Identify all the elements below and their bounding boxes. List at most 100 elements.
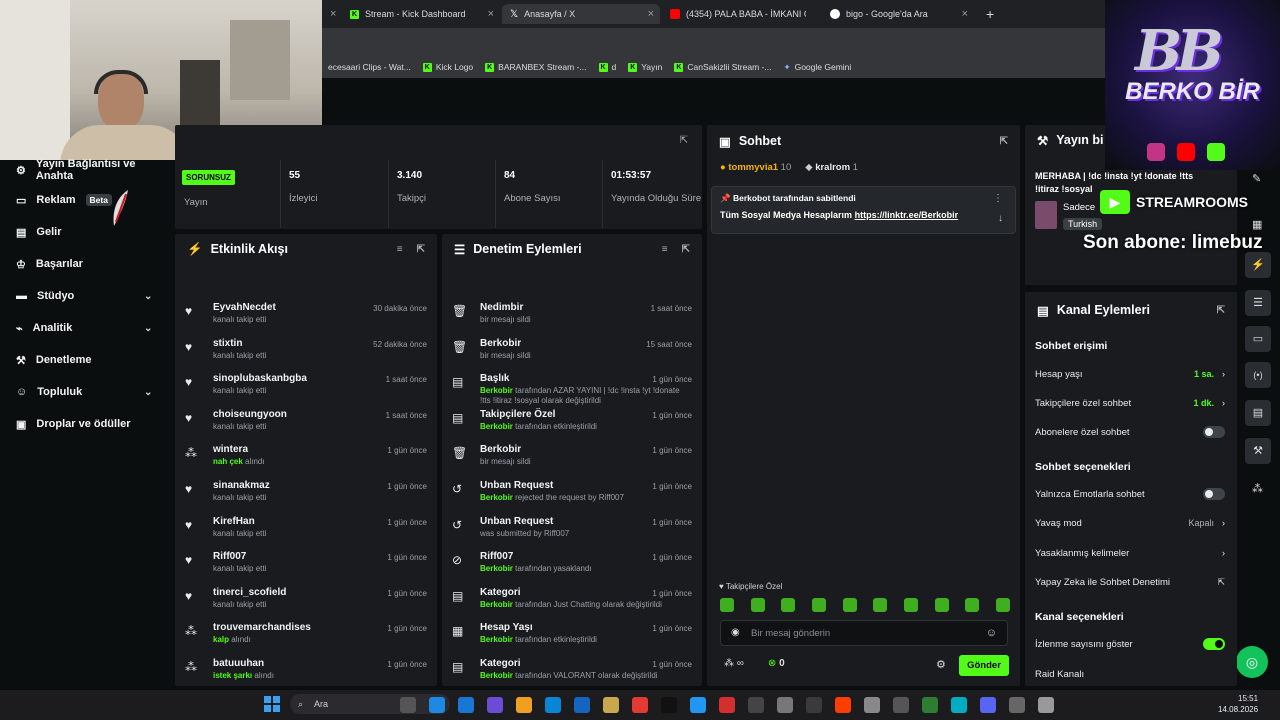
taskbar-app-icon[interactable] — [777, 697, 793, 713]
subs-only-toggle[interactable] — [1203, 426, 1225, 438]
taskbar-app-icon[interactable] — [516, 697, 532, 713]
activity-user[interactable]: tinerci_scofield — [213, 587, 286, 598]
list-icon[interactable]: ☰ — [1245, 290, 1271, 316]
chat-icon[interactable]: ▭ — [1245, 326, 1271, 352]
emote-only-toggle[interactable] — [1203, 488, 1225, 500]
popout-icon[interactable]: ⇱ — [1217, 305, 1225, 316]
activity-user[interactable]: EyvahNecdet — [213, 302, 276, 313]
activity-user[interactable]: batuuuhan — [213, 658, 274, 669]
activity-item[interactable]: ♥ sinoplubaskanbgba kanalı takip etti 1 saa… — [175, 373, 437, 409]
taskbar-app-icon[interactable] — [719, 697, 735, 713]
sidebar-item-analytics[interactable]: ⌁ Analitik ⌄ — [16, 318, 152, 338]
taskbar-app-icon[interactable] — [951, 697, 967, 713]
tab-x-home[interactable]: 𝕏 Anasayfa / X × — [502, 4, 660, 24]
taskbar-app-icon[interactable] — [922, 697, 938, 713]
top-user[interactable]: ● tommyvia1 10 — [720, 162, 791, 173]
emote-icon[interactable] — [720, 598, 734, 612]
activity-user[interactable]: stixtin — [213, 338, 266, 349]
collapse-icon[interactable]: ↓ — [998, 213, 1003, 224]
bookmark-item[interactable]: K CanSakizlii Stream -... — [674, 62, 771, 72]
show-viewers-setting[interactable]: İzlenme sayısını göster — [1035, 635, 1225, 653]
taskbar-app-icon[interactable] — [661, 697, 677, 713]
sidebar-item-moderation[interactable]: ⚒ Denetleme — [16, 350, 92, 370]
bookmark-item[interactable]: K BARANBEX Stream -... — [485, 62, 587, 72]
more-icon[interactable]: ⋮ — [993, 193, 1003, 204]
activity-user[interactable]: sinoplubaskanbgba — [213, 373, 307, 384]
banned-words-setting[interactable]: Yasaklanmış kelimeler › — [1035, 544, 1225, 562]
activity-item[interactable]: ♥ sinanakmaz kanalı takip etti 1 gün önce — [175, 480, 437, 516]
moderation-item[interactable]: ▤ Kategori Berkobir tarafından VALORANT ol… — [442, 658, 702, 686]
taskbar-app-icon[interactable] — [545, 697, 561, 713]
activity-user[interactable]: wintera — [213, 444, 265, 455]
popout-icon[interactable]: ⇱ — [1000, 136, 1008, 147]
followers-only-setting[interactable]: Takipçilere özel sohbet 1 dk. › — [1035, 394, 1225, 412]
moderation-item[interactable]: ▤ Kategori Berkobir tarafından Just Chatti… — [442, 587, 702, 623]
points-count[interactable]: ⊗ 0 — [768, 658, 785, 669]
moderation-item[interactable]: 🗑 Berkobir bir mesajı sildi 15 saat önce — [442, 338, 702, 374]
moderation-item[interactable]: 🗑 Nedimbir bir mesajı sildi 1 saat önce — [442, 302, 702, 338]
taskbar-app-icon[interactable] — [1038, 697, 1054, 713]
subs-only-setting[interactable]: Abonelere özel sohbet — [1035, 423, 1225, 441]
send-button[interactable]: Gönder — [959, 655, 1009, 676]
sidebar-item-revenue[interactable]: ▤ Gelir — [16, 222, 61, 242]
activity-user[interactable]: Riff007 — [213, 551, 266, 562]
slow-mode-setting[interactable]: Yavaş mod Kapalı › — [1035, 514, 1225, 532]
activity-item[interactable]: ♥ KirefHan kanalı takip etti 1 gün önce — [175, 516, 437, 552]
raid-setting[interactable]: Raid Kanalı — [1035, 665, 1225, 683]
emote-icon[interactable] — [965, 598, 980, 612]
activity-item[interactable]: ♥ stixtin kanalı takip etti 52 dakika önce — [175, 338, 437, 374]
taskbar-app-icon[interactable] — [429, 697, 445, 713]
activity-user[interactable]: sinanakmaz — [213, 480, 270, 491]
chat-input[interactable]: ◉ Bir mesaj gönderin ☺ — [720, 620, 1008, 646]
emote-icon[interactable] — [811, 598, 826, 612]
pinned-link[interactable]: https://linktr.ee/Berkobir — [855, 210, 959, 220]
taskbar-app-icon[interactable] — [864, 697, 880, 713]
activity-item[interactable]: ⁂ wintera nah çek alındı 1 gün önce — [175, 444, 437, 480]
close-icon[interactable]: × — [488, 8, 494, 20]
taskbar-app-icon[interactable] — [458, 697, 474, 713]
taskbar-search[interactable]: ⌕ Ara — [290, 694, 450, 714]
sidebar-item-ads[interactable]: ▭ Reklam Beta — [16, 190, 112, 210]
taskbar-app-icon[interactable] — [1009, 697, 1025, 713]
taskbar-app-icon[interactable] — [748, 697, 764, 713]
emote-icon[interactable] — [903, 598, 918, 612]
emote-only-setting[interactable]: Yalnızca Emotlarla sohbet — [1035, 485, 1225, 503]
ai-moderation-setting[interactable]: Yapay Zeka ile Sohbet Denetimi ⇱ — [1035, 573, 1225, 591]
moderation-item[interactable]: ▤ Başlık Berkobir tarafından AZAR YAYINI |… — [442, 373, 702, 409]
sidebar-item-drops[interactable]: ▣ Droplar ve ödüller — [16, 414, 131, 434]
tab-google[interactable]: bigo - Google'da Ara × — [822, 4, 974, 24]
activity-item[interactable]: ⁂ batuuuhan istek şarkı alındı 1 gün önce — [175, 658, 437, 686]
bookmark-item[interactable]: Kd — [598, 62, 616, 72]
activity-item[interactable]: ⁂ trouvemarchandises kalp alındı 1 gün önce — [175, 622, 437, 658]
emote-icon[interactable] — [934, 598, 949, 612]
activity-item[interactable]: ♥ EyvahNecdet kanalı takip etti 30 dakika ö… — [175, 302, 437, 338]
sidebar-item-community[interactable]: ☺ Topluluk ⌄ — [16, 382, 152, 402]
taskbar-app-icon[interactable] — [487, 697, 503, 713]
layout-icon[interactable]: ▦ — [1252, 218, 1262, 231]
support-chat-icon[interactable]: ◎ — [1236, 646, 1268, 678]
hammer-icon[interactable]: ⚒ — [1245, 438, 1271, 464]
moderation-item[interactable]: ↺ Unban Request was submitted by Riff007 1 … — [442, 516, 702, 552]
emote-icon[interactable] — [842, 598, 857, 612]
close-icon[interactable]: × — [962, 8, 968, 20]
moderation-icon[interactable]: ▤ — [1245, 400, 1271, 426]
moderation-item[interactable]: ⊘ Riff007 Berkobir tarafından yasaklandı 1 … — [442, 551, 702, 587]
tab-kick-dashboard[interactable]: K Stream - Kick Dashboard × — [342, 4, 500, 24]
close-tab-icon[interactable]: × — [322, 4, 342, 24]
filter-icon[interactable]: ≡ — [397, 244, 403, 255]
emoji-icon[interactable]: ☺ — [986, 627, 997, 639]
popout-icon[interactable]: ⇱ — [682, 244, 690, 255]
taskbar-app-icon[interactable] — [980, 697, 996, 713]
sidebar-item-stream-key[interactable]: ⚙ Yayın Bağlantısı ve Anahta — [16, 158, 175, 182]
taskbar-app-icon[interactable] — [835, 697, 851, 713]
taskbar-app-icon[interactable] — [690, 697, 706, 713]
emote-icon[interactable] — [750, 598, 765, 612]
bookmark-item[interactable]: ecesaari Clips - Wat... — [328, 62, 411, 72]
taskbar-app-icon[interactable] — [806, 697, 822, 713]
activity-user[interactable]: KirefHan — [213, 516, 266, 527]
activity-item[interactable]: ♥ choiseungyoon kanalı takip etti 1 saat ön… — [175, 409, 437, 445]
filter-icon[interactable]: ≡ — [662, 244, 668, 255]
taskbar-app-icon[interactable] — [574, 697, 590, 713]
taskbar-app-icon[interactable] — [603, 697, 619, 713]
activity-item[interactable]: ♥ Riff007 kanalı takip etti 1 gün önce — [175, 551, 437, 587]
